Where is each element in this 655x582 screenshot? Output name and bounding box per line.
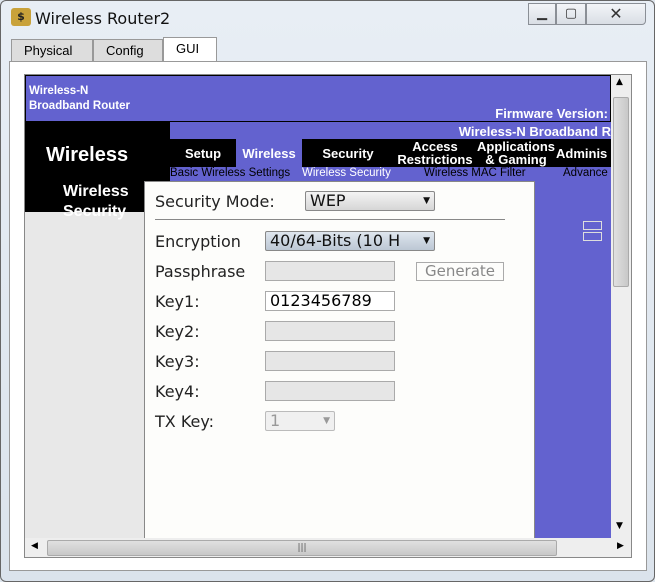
vertical-scroll-thumb[interactable] [613, 97, 629, 287]
subnav-advanced[interactable]: Advance [563, 167, 608, 179]
txkey-label: TX Key: [155, 412, 215, 431]
key4-label: Key4: [155, 382, 200, 401]
key1-input[interactable]: 0123456789 [265, 291, 395, 311]
window-title: Wireless Router2 [35, 9, 171, 28]
key3-input[interactable] [265, 351, 395, 371]
scroll-left-icon[interactable]: ◀ [31, 541, 38, 551]
chevron-down-icon: ▼ [423, 236, 430, 246]
scroll-right-icon[interactable]: ▶ [617, 541, 624, 551]
router-header: Wireless-N Broadband Router Firmware Ver… [25, 75, 611, 122]
spin-down-icon[interactable] [583, 232, 602, 241]
router-web-frame: Wireless-N Broadband Router Firmware Ver… [24, 74, 632, 558]
security-mode-label: Security Mode: [155, 192, 275, 211]
maximize-icon: ▢ [564, 6, 578, 21]
horizontal-scrollbar[interactable]: ◀ ||| ▶ [25, 538, 631, 557]
passphrase-label: Passphrase [155, 262, 246, 281]
key2-input[interactable] [265, 321, 395, 341]
key1-label: Key1: [155, 292, 200, 311]
subnav-basic-wireless[interactable]: Basic Wireless Settings [170, 167, 290, 179]
subnav-wireless-security[interactable]: Wireless Security [302, 167, 391, 179]
model-name: Wireless-N Broadband R [458, 124, 611, 139]
passphrase-input[interactable] [265, 261, 395, 281]
txkey-select[interactable]: 1 ▼ [265, 411, 335, 431]
chevron-down-icon: ▼ [423, 196, 430, 206]
nav-security[interactable]: Security [302, 139, 394, 167]
close-button[interactable]: ✕ [586, 3, 646, 25]
security-mode-select[interactable]: WEP ▼ [305, 191, 435, 211]
close-icon: ✕ [609, 4, 623, 23]
brand-line2: Broadband Router [29, 100, 130, 112]
firmware-version: Firmware Version: [495, 106, 608, 121]
window: $ Wireless Router2 ▁ ▢ ✕ Physical Config… [0, 0, 655, 582]
key3-label: Key3: [155, 352, 200, 371]
right-panel [535, 181, 611, 538]
tab-config[interactable]: Config [93, 39, 163, 62]
divider [155, 219, 505, 220]
chevron-down-icon: ▼ [323, 416, 330, 426]
nav-administration[interactable]: Adminis [556, 139, 616, 167]
nav-applications-gaming[interactable]: Applications & Gaming [476, 139, 556, 167]
scroll-up-icon[interactable]: ▲ [616, 77, 623, 87]
generate-button[interactable]: Generate [416, 262, 504, 281]
maximize-button[interactable]: ▢ [556, 3, 586, 25]
minimize-button[interactable]: ▁ [528, 3, 556, 25]
security-mode-value: WEP [310, 191, 346, 210]
encryption-label: Encryption [155, 232, 241, 251]
nav-wireless[interactable]: Wireless [236, 139, 302, 167]
tab-gui[interactable]: GUI [163, 37, 217, 61]
brand-line1: Wireless-N [29, 85, 89, 97]
section-title: Wireless [46, 144, 129, 166]
key4-input[interactable] [265, 381, 395, 401]
minimize-icon: ▁ [537, 6, 547, 21]
router-app-icon: $ [11, 8, 31, 26]
tab-physical[interactable]: Physical [11, 39, 93, 62]
scroll-down-icon[interactable]: ▼ [616, 521, 623, 531]
nav-access-restrictions[interactable]: Access Restrictions [394, 139, 476, 167]
encryption-select[interactable]: 40/64-Bits (10 H ▼ [265, 231, 435, 251]
encryption-value: 40/64-Bits (10 H [270, 231, 401, 250]
spin-up-icon[interactable] [583, 221, 602, 230]
nav-setup[interactable]: Setup [170, 139, 236, 167]
txkey-value: 1 [270, 411, 281, 430]
subnav-mac-filter[interactable]: Wireless MAC Filter [424, 167, 526, 179]
vertical-scrollbar[interactable]: ▲ ▼ [611, 75, 631, 538]
wireless-security-form: Security Mode: WEP ▼ Encryption 40/64-Bit… [144, 181, 535, 557]
horizontal-scroll-thumb[interactable]: ||| [47, 540, 557, 556]
key2-label: Key2: [155, 322, 200, 341]
